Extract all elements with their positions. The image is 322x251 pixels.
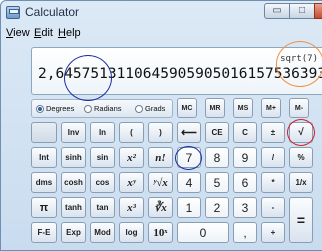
digit-2-button[interactable]: 2 [205,197,229,218]
int-button[interactable]: Int [31,147,57,168]
close-button[interactable]: ✕ [314,3,322,19]
tanh-button[interactable]: tanh [61,197,86,218]
factorial-button[interactable]: n! [148,147,173,168]
digit-3-button[interactable]: 3 [233,197,257,218]
multiply-button[interactable]: * [261,172,285,193]
menu-view-label: iew [13,27,30,39]
digit-9-button[interactable]: 9 [233,147,257,168]
sinh-button[interactable]: sinh [61,147,86,168]
radio-grads[interactable]: Grads [135,104,165,113]
radio-degrees-indicator [36,104,44,113]
m-minus-button[interactable]: M- [289,98,309,118]
menu-help-label: elp [65,27,81,39]
window-title: Calculator [25,5,80,19]
digit-7-button[interactable]: 7 [177,147,201,168]
digit-0-button[interactable]: 0 [177,222,229,243]
menu-help[interactable]: Help [58,27,81,39]
divide-button[interactable]: / [261,147,285,168]
equals-button[interactable]: = [289,197,313,243]
pi-button[interactable]: π [31,197,57,218]
sin-button[interactable]: sin [90,147,115,168]
digit-4-button[interactable]: 4 [177,172,201,193]
decimal-button[interactable]: , [233,222,257,243]
menu-edit-label: dit [41,27,53,39]
calculator-display: sqrt(7) 2,645751311064590590501615753639… [31,47,322,95]
ten-power-x-button[interactable]: 10ˣ [148,222,173,243]
mr-button[interactable]: MR [205,98,225,118]
mod-button[interactable]: Mod [90,222,115,243]
menu-view[interactable]: View [6,27,30,39]
digit-1-button[interactable]: 1 [177,197,201,218]
fe-button[interactable]: F-E [31,222,57,243]
menu-bar: View Edit Help [1,25,322,43]
radio-degrees-label: Degrees [46,104,75,113]
radio-degrees[interactable]: Degrees [36,104,74,113]
cube-root-button[interactable]: ∛x [148,197,173,218]
plus-minus-button[interactable]: ± [261,122,285,143]
sqrt-button[interactable]: √ [289,122,313,143]
percent-button[interactable]: % [289,147,313,168]
radio-radians-label: Radians [94,104,122,113]
x-power-y-button[interactable]: xʸ [119,172,144,193]
inv-button[interactable]: Inv [61,122,86,143]
ce-button[interactable]: CE [205,122,229,143]
dms-button[interactable]: dms [31,172,57,193]
reciprocal-button[interactable]: 1/x [289,172,313,193]
minus-button[interactable]: - [261,197,285,218]
x-cubed-button[interactable]: x³ [119,197,144,218]
radio-grads-label: Grads [145,104,166,113]
digit-6-button[interactable]: 6 [233,172,257,193]
blank-key [31,122,57,143]
radio-radians-indicator [84,104,92,113]
x-squared-button[interactable]: x² [119,147,144,168]
result-readout: 2,6457513110645905905016157536393 [38,66,322,82]
m-plus-button[interactable]: M+ [261,98,281,118]
close-paren-button[interactable]: ) [148,122,173,143]
cos-button[interactable]: cos [90,172,115,193]
ln-button[interactable]: ln [90,122,115,143]
maximize-button[interactable]: □ [289,3,315,19]
calculator-app-icon [6,6,20,19]
digit-5-button[interactable]: 5 [205,172,229,193]
open-paren-button[interactable]: ( [119,122,144,143]
clear-button[interactable]: C [233,122,257,143]
backspace-button[interactable]: ⟵ [177,122,201,143]
angle-mode-group: Degrees Radians Grads [31,99,173,118]
menu-edit[interactable]: Edit [34,27,53,39]
title-bar[interactable]: Calculator ▭ □ ✕ [1,1,322,25]
exp-button[interactable]: Exp [61,222,86,243]
digit-8-button[interactable]: 8 [205,147,229,168]
minimize-button[interactable]: ▭ [264,3,290,19]
mc-button[interactable]: MC [177,98,197,118]
menu-help-accel: H [58,27,66,39]
ms-button[interactable]: MS [233,98,253,118]
expression-readout: sqrt(7) [280,54,318,64]
calculator-window: Calculator ▭ □ ✕ View Edit Help sqrt(7) … [0,0,322,251]
radio-radians[interactable]: Radians [84,104,122,113]
tan-button[interactable]: tan [90,197,115,218]
radio-grads-indicator [135,104,143,113]
cosh-button[interactable]: cosh [61,172,86,193]
log-button[interactable]: log [119,222,144,243]
y-root-x-button[interactable]: ʸ√x [148,172,173,193]
plus-button[interactable]: + [261,222,285,243]
